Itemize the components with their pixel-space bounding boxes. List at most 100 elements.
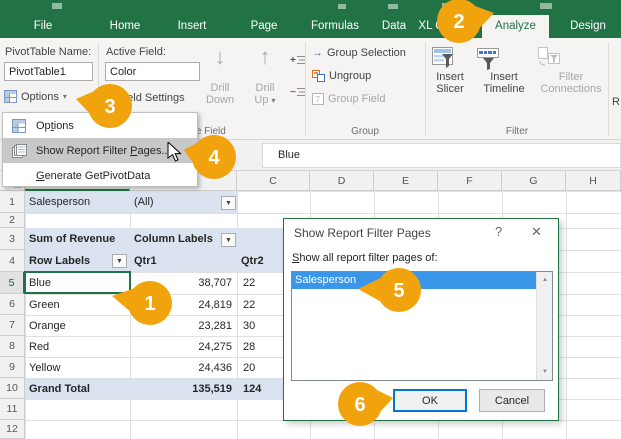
- expand-field-icon[interactable]: +: [290, 54, 305, 66]
- tab-analyze[interactable]: Analyze: [482, 15, 549, 38]
- row-header-3[interactable]: 3: [0, 228, 25, 250]
- cell-B5[interactable]: 38,707: [130, 272, 237, 294]
- field-settings-label: Field Settings: [118, 92, 185, 104]
- cell-B4[interactable]: Qtr1: [130, 250, 237, 272]
- quick-access-icon: [540, 3, 552, 9]
- filter-fields-listbox[interactable]: Salesperson ▲ ▼: [291, 271, 553, 381]
- pivottable-options-icon: [11, 119, 27, 133]
- close-icon[interactable]: ✕: [531, 224, 542, 240]
- dialog-instruction-label: Show all report filter pages of:: [292, 252, 438, 264]
- cell-B8[interactable]: 24,275: [130, 336, 237, 357]
- field-settings-button[interactable]: Field Settings: [100, 91, 185, 104]
- row-header-6[interactable]: 6: [0, 294, 25, 315]
- tab-xl-addin[interactable]: XL C: [413, 15, 449, 38]
- pivottable-name-input[interactable]: PivotTable1: [4, 62, 93, 81]
- tab-file[interactable]: File: [26, 15, 60, 38]
- cell-B7[interactable]: 23,281: [130, 315, 237, 336]
- column-header-E[interactable]: E: [374, 171, 438, 191]
- active-field-input[interactable]: Color: [105, 62, 200, 81]
- cell-B6[interactable]: 24,819: [130, 294, 237, 315]
- group-group-label: Group: [330, 126, 400, 137]
- drill-down-button[interactable]: ↓ Drill Down: [200, 46, 240, 106]
- group-separator: [305, 42, 306, 136]
- column-header-D[interactable]: D: [310, 171, 374, 191]
- ungroup-icon: [312, 70, 325, 82]
- row-header-4[interactable]: 4: [0, 250, 25, 272]
- tab-data[interactable]: Data: [376, 15, 412, 38]
- listbox-item-salesperson[interactable]: Salesperson: [292, 272, 537, 289]
- row-header-7[interactable]: 7: [0, 315, 25, 336]
- group-selection-button[interactable]: → Group Selection: [312, 47, 406, 59]
- cell-A9[interactable]: Yellow: [25, 357, 130, 378]
- row-header-5[interactable]: 5: [0, 272, 25, 294]
- menu-item-options[interactable]: Options: [3, 113, 197, 138]
- gridline: [25, 213, 621, 214]
- tab-home[interactable]: Home: [104, 15, 146, 38]
- column-header-F[interactable]: F: [438, 171, 502, 191]
- row-header-11[interactable]: 11: [0, 399, 25, 420]
- cell-A10[interactable]: Grand Total: [25, 378, 130, 399]
- menu-item-show-report-filter-pages[interactable]: Show Report Filter Pages...: [3, 138, 197, 163]
- column-header-C[interactable]: C: [237, 171, 310, 191]
- arrow-up-icon: ↑: [245, 46, 285, 68]
- tab-page-layout[interactable]: Page Layout: [232, 15, 296, 38]
- group-separator: [608, 42, 609, 136]
- report-filter-pages-icon: [11, 144, 27, 158]
- help-icon[interactable]: ?: [495, 224, 502, 239]
- scroll-up-icon[interactable]: ▲: [537, 272, 553, 288]
- row-header-2[interactable]: 2: [0, 213, 25, 228]
- formula-input[interactable]: Blue: [262, 143, 621, 168]
- group-selection-icon: →: [312, 47, 323, 59]
- quick-access-icon: [52, 3, 62, 9]
- cell-A8[interactable]: Red: [25, 336, 130, 357]
- tab-formulas[interactable]: Formulas: [306, 15, 364, 38]
- column-header-G[interactable]: G: [502, 171, 566, 191]
- active-cell-border: [24, 271, 131, 294]
- filter-connections-button[interactable]: Filter Connections: [536, 45, 606, 95]
- listbox-scrollbar[interactable]: ▲ ▼: [536, 272, 552, 380]
- cell-B9[interactable]: 24,436: [130, 357, 237, 378]
- show-report-filter-pages-dialog: Show Report Filter Pages ? ✕ Show all re…: [283, 218, 559, 421]
- insert-timeline-button[interactable]: Insert Timeline: [475, 45, 533, 95]
- insert-timeline-icon: [475, 45, 533, 71]
- ok-button[interactable]: OK: [393, 389, 467, 412]
- column-header-H[interactable]: H: [566, 171, 621, 191]
- cell-A7[interactable]: Orange: [25, 315, 130, 336]
- chevron-down-icon: ▾: [63, 92, 67, 101]
- ungroup-button[interactable]: Ungroup: [312, 70, 371, 82]
- excel-window: File Home Insert Page Layout Formulas Da…: [0, 0, 621, 439]
- arrow-down-icon: ↓: [200, 46, 240, 68]
- drill-up-button[interactable]: ↑ Drill Up ▾: [245, 46, 285, 106]
- quick-access-icon: [338, 4, 346, 9]
- row-header-1[interactable]: 1: [0, 191, 25, 213]
- filter-connections-icon: [536, 45, 606, 71]
- cancel-button[interactable]: Cancel: [479, 389, 545, 412]
- row-header-12[interactable]: 12: [0, 420, 25, 439]
- tab-insert[interactable]: Insert: [172, 15, 212, 38]
- report-filter-dropdown[interactable]: ▼: [221, 196, 236, 210]
- cell-A3[interactable]: Sum of Revenue: [25, 228, 130, 250]
- cell-B10[interactable]: 135,519: [130, 378, 237, 399]
- options-menu-button[interactable]: Options ▾: [4, 90, 67, 103]
- row-header-9[interactable]: 9: [0, 357, 25, 378]
- group-field-button[interactable]: 7 Group Field: [312, 93, 385, 105]
- insert-slicer-icon: [430, 45, 470, 71]
- dialog-title: Show Report Filter Pages: [294, 226, 431, 240]
- row-labels-dropdown[interactable]: ▼: [112, 254, 127, 268]
- fill-handle[interactable]: [127, 290, 132, 295]
- collapse-field-icon[interactable]: −: [290, 86, 305, 98]
- row-header-10[interactable]: 10: [0, 378, 25, 399]
- insert-slicer-button[interactable]: Insert Slicer: [430, 45, 470, 95]
- cell-A6[interactable]: Green: [25, 294, 130, 315]
- scroll-down-icon[interactable]: ▼: [537, 364, 553, 380]
- row-header-8[interactable]: 8: [0, 336, 25, 357]
- tab-design[interactable]: Design: [562, 15, 614, 38]
- options-button-label: Options: [21, 91, 59, 103]
- menu-item-generate-getpivotdata[interactable]: Generate GetPivotData: [3, 163, 197, 188]
- group-field-icon: 7: [312, 93, 324, 105]
- cell-A1[interactable]: Salesperson: [25, 191, 130, 213]
- column-labels-dropdown[interactable]: ▼: [221, 233, 236, 247]
- title-and-tab-bar: File Home Insert Page Layout Formulas Da…: [0, 0, 621, 38]
- svg-text:7: 7: [316, 95, 321, 104]
- refresh-partial-label: R: [612, 96, 620, 108]
